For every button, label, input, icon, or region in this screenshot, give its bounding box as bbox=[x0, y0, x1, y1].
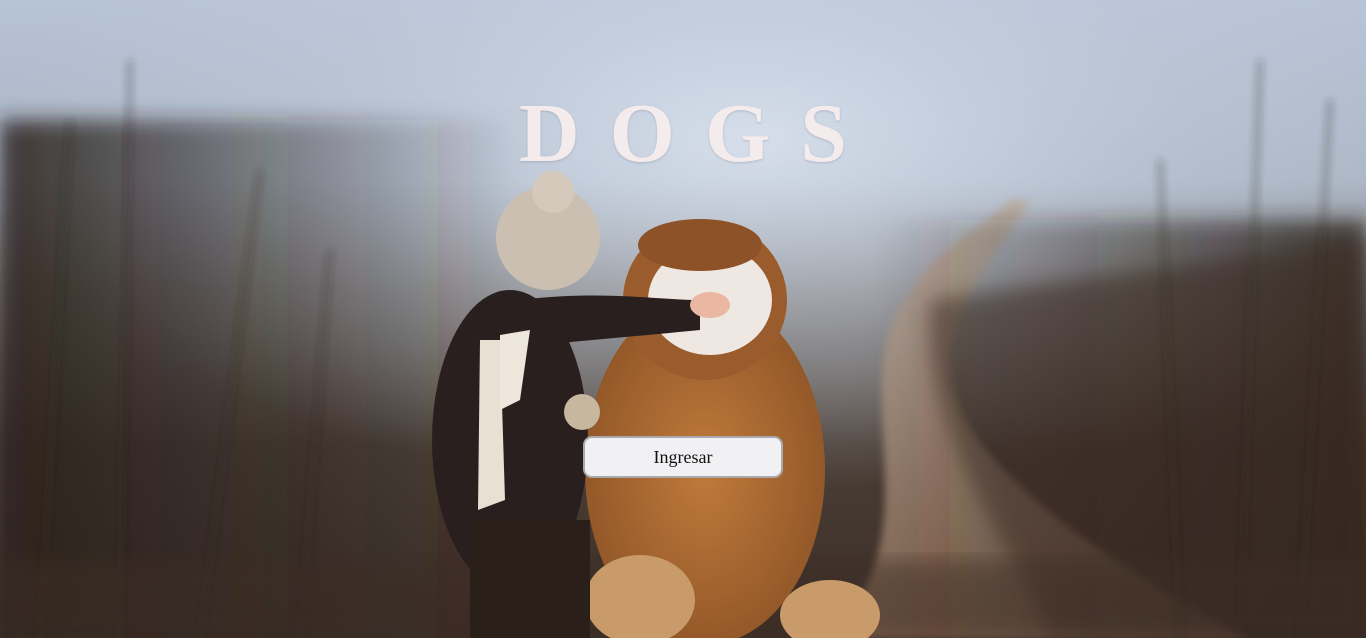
page-title: DOGS bbox=[518, 87, 878, 180]
landing-page: DOGS Ingresar bbox=[0, 0, 1366, 638]
enter-button[interactable]: Ingresar bbox=[583, 436, 783, 478]
